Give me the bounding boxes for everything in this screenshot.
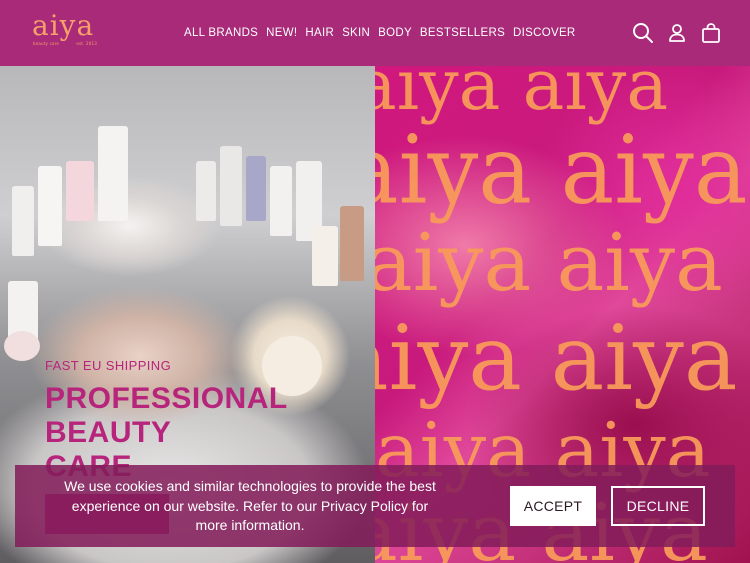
nav-item-hair[interactable]: HAIR bbox=[305, 24, 334, 42]
logo-tagline-left: beauty care bbox=[33, 41, 60, 46]
site-header: aiya beauty care est. 2013 ALL BRANDS NE… bbox=[0, 0, 750, 66]
logo-wordmark: aiya bbox=[32, 9, 95, 42]
product-bottle bbox=[66, 161, 94, 221]
pattern-wordmark: aiya aiya bbox=[375, 115, 748, 226]
hero-title-line: BEAUTY bbox=[45, 416, 172, 449]
product-bottle bbox=[196, 161, 216, 221]
nav-item-bestsellers[interactable]: BESTSELLERS bbox=[420, 24, 505, 42]
product-bottle bbox=[270, 166, 292, 236]
product-bottle bbox=[340, 206, 364, 281]
nav-item-body[interactable]: BODY bbox=[378, 24, 412, 42]
search-icon[interactable] bbox=[631, 21, 655, 45]
product-bottle bbox=[220, 146, 242, 226]
decline-cookies-button[interactable]: DECLINE bbox=[611, 486, 705, 526]
cookie-banner: We use cookies and similar technologies … bbox=[15, 465, 735, 547]
cart-icon[interactable] bbox=[699, 21, 723, 45]
aiya-logo[interactable]: aiya beauty care est. 2013 bbox=[30, 9, 100, 51]
nav-item-discover[interactable]: DISCOVER bbox=[513, 24, 575, 42]
pattern-wordmark: aiya aiya bbox=[375, 216, 723, 309]
account-icon[interactable] bbox=[665, 21, 689, 45]
nav-item-new[interactable]: NEW! bbox=[266, 24, 297, 42]
product-bottle bbox=[38, 166, 62, 246]
logo-tagline: beauty care est. 2013 bbox=[33, 41, 97, 46]
nav-item-all-brands[interactable]: ALL BRANDS bbox=[184, 24, 258, 42]
hero-title-line: PROFESSIONAL bbox=[45, 382, 288, 415]
accept-cookies-button[interactable]: ACCEPT bbox=[510, 486, 596, 526]
main-nav: ALL BRANDS NEW! HAIR SKIN BODY BESTSELLE… bbox=[184, 24, 576, 42]
nav-item-skin[interactable]: SKIN bbox=[342, 24, 370, 42]
pattern-wordmark: aiya aiya bbox=[375, 306, 738, 411]
cookie-message: We use cookies and similar technologies … bbox=[64, 478, 436, 533]
product-bottle bbox=[246, 156, 266, 221]
product-bottle bbox=[312, 226, 338, 286]
logo-tagline-right: est. 2013 bbox=[76, 41, 97, 46]
product-jar bbox=[4, 331, 40, 361]
hero-kicker: FAST EU SHIPPING bbox=[45, 358, 172, 373]
product-bottle bbox=[98, 126, 128, 221]
product-bottle bbox=[12, 186, 34, 256]
